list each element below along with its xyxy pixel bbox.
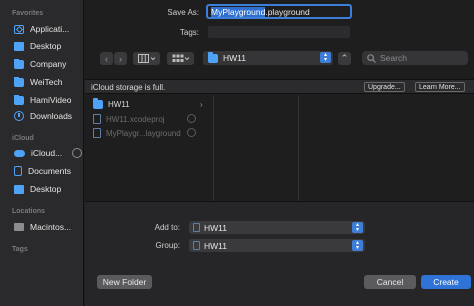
sidebar-section-locations: Locations xyxy=(12,208,46,215)
new-folder-button[interactable]: New Folder xyxy=(97,275,152,289)
add-to-label: Add to: xyxy=(154,223,180,232)
sidebar-item-label: Downloads xyxy=(30,111,73,121)
downloads-icon xyxy=(14,111,24,121)
sidebar: Favorites Applicati... Desktop Company W… xyxy=(0,0,84,306)
disk-icon xyxy=(14,223,24,231)
desktop-icon xyxy=(14,184,24,194)
create-button[interactable]: Create xyxy=(421,275,471,289)
sidebar-item-label: iCloud... xyxy=(31,148,63,158)
cancel-button[interactable]: Cancel xyxy=(364,275,416,289)
popup-arrows-icon: ▴ ▾ xyxy=(352,240,363,251)
collapse-button[interactable]: ⌃ xyxy=(338,52,351,65)
sidebar-item-label: Company xyxy=(30,59,67,69)
group-label: Group: xyxy=(155,241,180,250)
sidebar-item-weitech[interactable]: WeiTech xyxy=(14,77,82,87)
group-by-button[interactable] xyxy=(167,52,194,65)
group-value: HW11 xyxy=(204,240,227,251)
sidebar-item-label: WeiTech xyxy=(30,77,63,87)
back-button[interactable]: ‹ xyxy=(100,52,113,65)
search-input[interactable]: Search xyxy=(362,51,468,65)
sidebar-item-label: Desktop xyxy=(30,41,62,51)
desktop-icon xyxy=(14,41,24,51)
group-popup[interactable]: HW11 ▴ ▾ xyxy=(189,239,365,252)
folder-icon xyxy=(208,51,218,63)
save-panel: Save As: MyPlayground.playground Tags: ‹… xyxy=(85,0,474,306)
options-area: Add to: HW11 ▴ ▾ Group: HW11 ▴ ▾ New Folde… xyxy=(85,201,474,306)
file-browser: HW11 › HW11.xcodeproj MyPlaygr...laygrou… xyxy=(85,95,474,201)
save-as-input[interactable]: MyPlayground.playground xyxy=(206,4,352,19)
forward-button[interactable]: › xyxy=(114,52,127,65)
column-divider xyxy=(213,95,214,201)
add-to-popup[interactable]: HW11 ▴ ▾ xyxy=(189,221,365,234)
playground-file-icon xyxy=(93,128,101,138)
popup-arrows-icon: ▴ ▾ xyxy=(352,222,363,233)
sidebar-item-icloud-desktop[interactable]: Desktop xyxy=(14,184,82,194)
sidebar-item-documents[interactable]: Documents xyxy=(14,166,82,176)
project-icon xyxy=(193,241,200,250)
location-label: HW11 xyxy=(223,53,246,63)
sidebar-item-label: Macintos... xyxy=(30,222,72,232)
popup-arrows-icon: ▴ ▾ xyxy=(320,52,331,63)
chevron-right-icon: › xyxy=(200,100,203,109)
icloud-storage-bar: iCloud storage is full. Upgrade... Learn… xyxy=(85,79,474,94)
grid-view-icon xyxy=(172,54,189,62)
sidebar-item-label: Documents xyxy=(28,166,71,176)
sidebar-item-label: Desktop xyxy=(30,184,62,194)
add-to-value: HW11 xyxy=(204,222,227,233)
sidebar-item-desktop[interactable]: Desktop xyxy=(14,41,82,51)
sidebar-item-icloud-drive[interactable]: iCloud... xyxy=(14,148,82,158)
project-icon xyxy=(193,223,200,232)
list-item-label: MyPlaygr...layground xyxy=(106,128,181,138)
tags-input[interactable] xyxy=(208,26,350,38)
list-item[interactable]: HW11 xyxy=(93,98,130,109)
sidebar-item-hamivideo[interactable]: HamiVideo xyxy=(14,95,82,105)
icloud-icon xyxy=(14,149,25,157)
folder-icon xyxy=(14,59,24,69)
search-placeholder: Search xyxy=(380,53,407,63)
save-as-extension: .playground xyxy=(265,7,310,17)
columns-view-icon xyxy=(137,54,155,63)
sync-progress-icon xyxy=(187,128,196,137)
sidebar-section-icloud: iCloud xyxy=(12,135,34,142)
list-item[interactable]: HW11.xcodeproj xyxy=(93,114,165,124)
list-item[interactable]: MyPlaygr...layground xyxy=(93,128,181,138)
list-item-label: HW11 xyxy=(108,100,130,109)
folder-icon xyxy=(14,95,24,105)
column-divider xyxy=(298,95,299,201)
save-as-selected-text: MyPlayground xyxy=(211,7,266,17)
sidebar-item-downloads[interactable]: Downloads xyxy=(14,111,82,121)
save-as-label: Save As: xyxy=(167,8,199,17)
search-icon xyxy=(367,53,376,63)
chevron-right-icon: › xyxy=(119,53,122,64)
applications-icon xyxy=(14,24,24,34)
document-icon xyxy=(14,166,22,176)
sidebar-section-tags: Tags xyxy=(12,246,28,253)
folder-icon xyxy=(14,77,24,87)
chevron-up-icon: ⌃ xyxy=(340,53,349,63)
icloud-storage-message: iCloud storage is full. xyxy=(91,83,166,92)
sync-progress-icon xyxy=(187,114,196,123)
chevron-left-icon: ‹ xyxy=(105,53,108,64)
list-item-label: HW11.xcodeproj xyxy=(106,114,165,124)
sidebar-item-label: HamiVideo xyxy=(30,95,72,105)
tags-label: Tags: xyxy=(179,28,199,37)
folder-icon xyxy=(93,98,103,109)
xcodeproj-file-icon xyxy=(93,114,101,124)
view-columns-button[interactable] xyxy=(133,52,160,65)
sidebar-item-company[interactable]: Company xyxy=(14,59,82,69)
sidebar-item-label: Applicati... xyxy=(30,24,70,34)
location-popup[interactable]: HW11 ▴ ▾ xyxy=(203,51,333,65)
sidebar-item-applications[interactable]: Applicati... xyxy=(14,24,82,34)
sidebar-section-favorites: Favorites xyxy=(12,10,44,17)
upgrade-button[interactable]: Upgrade... xyxy=(364,82,405,92)
sync-progress-icon xyxy=(72,148,82,158)
sidebar-item-macintosh-hd[interactable]: Macintos... xyxy=(14,222,82,232)
learn-more-button[interactable]: Learn More... xyxy=(415,82,465,92)
